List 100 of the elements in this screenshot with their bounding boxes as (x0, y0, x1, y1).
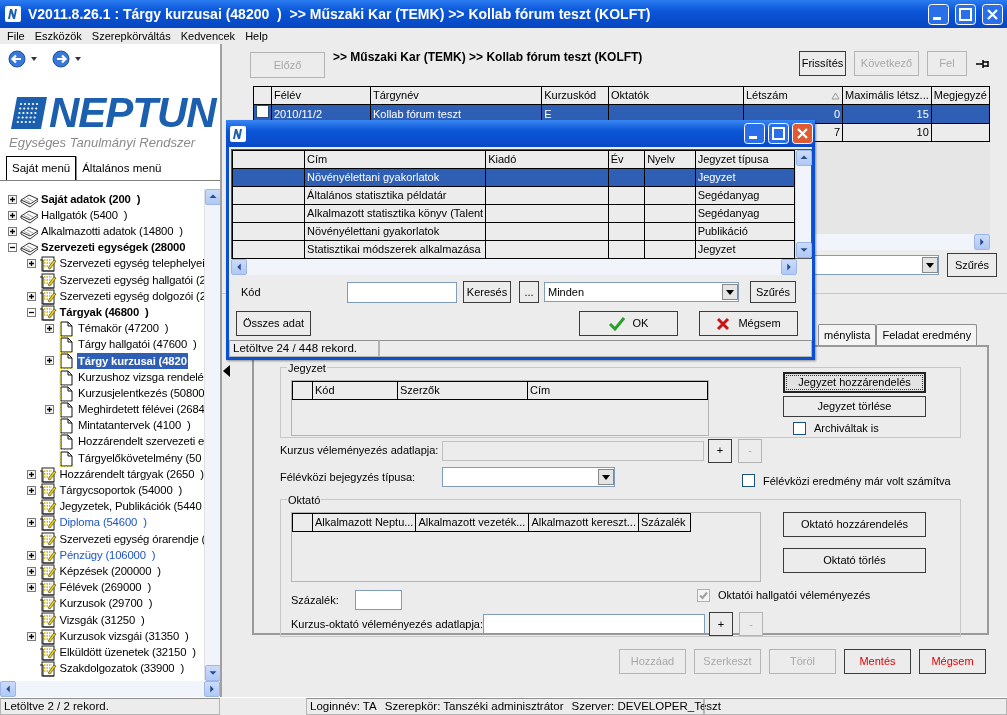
scrollbar[interactable] (795, 150, 811, 258)
tree-item[interactable]: Tárgy hallgatói (47600 ) (77, 336, 198, 354)
tab[interactable]: Feladat eredmény (876, 323, 978, 345)
scrollbar[interactable] (231, 259, 797, 275)
tree-item[interactable]: Elküldött üzenetek (32150 ) (58, 643, 197, 661)
tree-item[interactable]: Képzések (200000 ) (58, 562, 162, 580)
action-button[interactable]: Mentés (844, 649, 911, 674)
column-header[interactable]: Félév (271, 86, 371, 105)
expand-icon[interactable] (26, 583, 36, 593)
column-header[interactable]: Cím (527, 381, 708, 400)
menu-item[interactable]: Kedvencek (175, 27, 241, 45)
percent-field[interactable] (355, 590, 402, 610)
column-header[interactable]: Cím (304, 150, 486, 169)
tree-item[interactable]: Jegyzetek, Publikációk (5440 (58, 498, 203, 516)
column-header[interactable]: Alkalmazott kereszt... (528, 513, 639, 532)
column-header[interactable]: Tárgynév (370, 86, 542, 105)
scroll-button[interactable] (205, 665, 221, 681)
category-dropdown[interactable]: Minden (544, 282, 739, 302)
tree-item[interactable]: Hallgatók (5400 ) (40, 206, 129, 224)
column-header[interactable]: Kód (312, 381, 398, 400)
column-header[interactable]: Maximális létsz... (842, 86, 932, 105)
close-button[interactable] (792, 123, 813, 144)
column-header[interactable]: Kurzuskód (541, 86, 609, 105)
tree-item[interactable]: Témakör (47200 ) (77, 320, 170, 338)
close-button[interactable] (982, 3, 1003, 25)
browse-button[interactable]: ... (519, 281, 539, 303)
expand-icon[interactable] (45, 356, 54, 366)
expand-icon[interactable] (26, 469, 36, 479)
text-field[interactable] (483, 614, 705, 634)
table-row[interactable]: Növényélettani gyakorlatok Jegyzet (232, 168, 795, 187)
column-header[interactable]: Oktatók (608, 86, 744, 105)
column-header[interactable]: Alkalmazott Neptu... (312, 513, 416, 532)
tree-item[interactable]: Szervezeti egységek (28000 (40, 239, 187, 257)
tree-item[interactable]: Kurzushoz vizsga rendelé (77, 368, 204, 386)
expand-icon[interactable] (45, 405, 54, 415)
minimize-button[interactable] (744, 123, 765, 144)
menu-tab[interactable]: Saját menü (6, 155, 77, 180)
expand-icon[interactable] (26, 291, 36, 301)
forward-icon[interactable] (52, 50, 70, 68)
code-field[interactable] (347, 281, 457, 303)
tree-item[interactable]: Diploma (54600 ) (58, 514, 148, 532)
assign-button[interactable]: Jegyzet törlése (783, 396, 926, 417)
caret-icon[interactable] (74, 55, 82, 63)
tree-item[interactable]: Kurzusok vizsgái (31350 ) (58, 627, 190, 645)
filter-button[interactable]: Szűrés (750, 281, 796, 303)
scroll-button[interactable] (205, 189, 221, 205)
tab[interactable]: ménylista (818, 323, 877, 345)
assign-button[interactable]: Jegyzet hozzárendelés (783, 372, 926, 393)
table-row[interactable]: Statisztikai módszerek alkalmazása Jegyzet (232, 240, 795, 259)
scrollbar[interactable] (0, 681, 220, 697)
tree-item[interactable]: Meghirdetett félévei (2684 (77, 401, 204, 418)
checkbox[interactable] (256, 105, 269, 118)
tree-item[interactable]: Tárgyak (46800 ) (58, 303, 150, 321)
type-dropdown[interactable] (442, 466, 615, 487)
column-header[interactable]: Nyelv (644, 150, 696, 169)
scroll-button[interactable] (0, 681, 16, 697)
column-header[interactable]: Megjegyzé (931, 86, 990, 105)
tree-item[interactable]: Tárgyelőkövetelmény (50 (77, 449, 203, 467)
menu-item[interactable]: Szerepkörváltás (86, 27, 176, 45)
table-row[interactable]: Általános statisztika példatár Segédanyag (232, 186, 795, 205)
maximize-button[interactable] (768, 123, 789, 144)
back-icon[interactable] (8, 50, 26, 68)
scroll-button[interactable] (231, 259, 247, 275)
tree-item[interactable]: Alkalmazotti adatok (14800 ) (40, 223, 184, 240)
checkbox[interactable] (742, 474, 755, 488)
pin-icon[interactable] (975, 57, 991, 70)
toolbar-button[interactable]: Frissítés (799, 51, 846, 76)
search-button[interactable]: Keresés (463, 281, 511, 303)
column-header[interactable]: Jegyzet típusa (695, 150, 795, 169)
scroll-button[interactable] (781, 259, 797, 275)
tree-item[interactable]: Kurzusjelentkezés (50800 (77, 384, 204, 402)
expand-icon[interactable] (8, 226, 17, 236)
column-header[interactable]: Év (608, 150, 645, 169)
scroll-button[interactable] (204, 681, 220, 697)
tree-item[interactable]: Hozzárendelt tárgyak (2650 ) (58, 465, 204, 483)
checkbox[interactable] (793, 421, 806, 435)
minimize-button[interactable] (928, 3, 949, 25)
menu-item[interactable]: Help (240, 27, 273, 45)
tree-item[interactable]: Szervezeti egység telephelyei (58, 255, 204, 273)
caret-icon[interactable] (30, 55, 38, 63)
column-header[interactable]: Szerzők (397, 381, 528, 400)
add-button[interactable]: + (709, 612, 733, 636)
assign-button[interactable]: Oktató hozzárendelés (783, 512, 926, 537)
tree-item[interactable]: Mintatantervek (4100 ) (77, 417, 192, 435)
maximize-button[interactable] (955, 3, 976, 25)
ok-button[interactable]: OK (579, 311, 678, 336)
tree-item[interactable]: Tárgycsoportok (54000 ) (58, 482, 184, 499)
expand-icon[interactable] (26, 631, 36, 641)
column-header[interactable]: Százalék (638, 513, 691, 532)
table-row[interactable]: Alkalmazott statisztika könyv (Talent Segédanyag (232, 204, 795, 223)
tree-item[interactable]: Vizsgák (31250 ) (58, 611, 146, 629)
action-button[interactable]: Mégsem (919, 649, 986, 674)
scroll-button[interactable] (974, 234, 990, 250)
scroll-button[interactable] (796, 150, 812, 166)
tree-item[interactable]: Félévek (269000 ) (58, 579, 152, 597)
menu-item[interactable]: File (2, 27, 30, 45)
expand-icon[interactable] (26, 518, 36, 528)
tree-item[interactable]: Szakdolgozatok (33900 ) (58, 660, 185, 677)
tree-item[interactable]: Hozzárendelt szervezeti e (77, 433, 204, 451)
filter-button[interactable]: Szűrés (947, 253, 997, 277)
